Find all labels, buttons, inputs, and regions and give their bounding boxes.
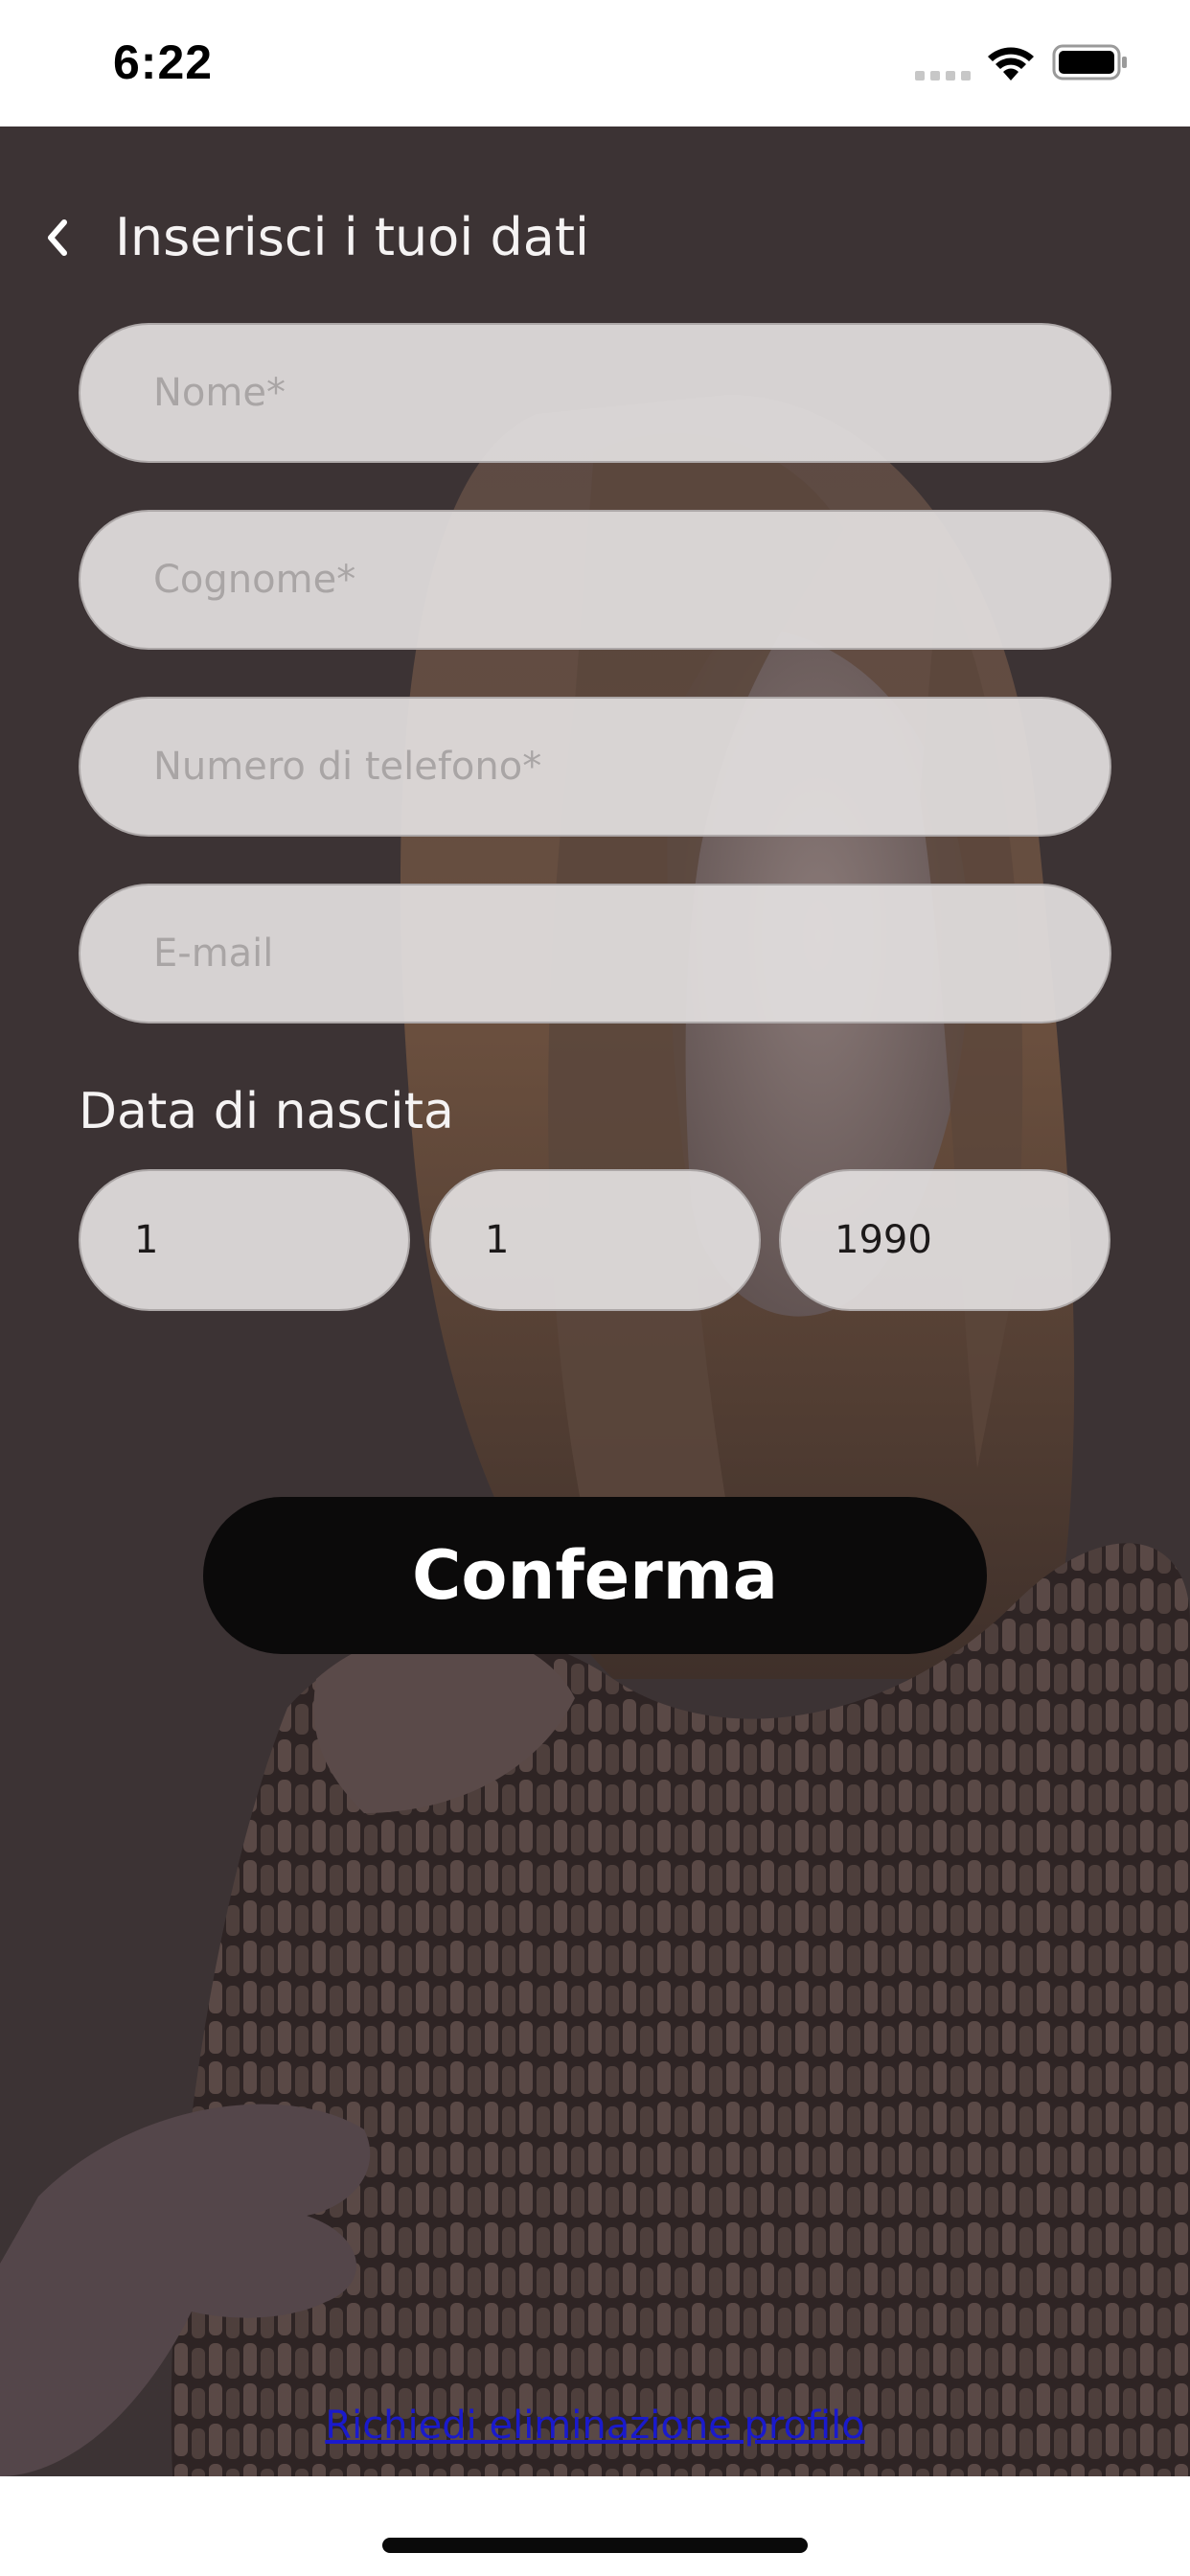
battery-icon: [1052, 44, 1127, 80]
status-bar: 6:22: [0, 0, 1190, 126]
status-time: 6:22: [113, 35, 214, 89]
back-button[interactable]: [29, 203, 86, 272]
confirm-button[interactable]: Conferma: [203, 1497, 987, 1654]
birth-day-input[interactable]: [79, 1169, 410, 1311]
birth-month-input[interactable]: [429, 1169, 761, 1311]
page-title: Inserisci i tuoi dati: [115, 207, 590, 267]
chevron-left-icon: [48, 219, 67, 256]
cellular-signal-icon: [915, 71, 971, 80]
wifi-icon: [988, 47, 1034, 80]
cognome-input[interactable]: [79, 510, 1111, 650]
home-indicator-area: [0, 2476, 1190, 2576]
birth-year-input[interactable]: [779, 1169, 1110, 1311]
email-input[interactable]: [79, 884, 1111, 1024]
nome-input[interactable]: [79, 323, 1111, 463]
birth-date-label: Data di nascita: [79, 1083, 454, 1140]
main-content: Inserisci i tuoi dati Data di nascita Co…: [0, 126, 1190, 2476]
delete-profile-link[interactable]: Richiedi eliminazione profilo: [0, 2404, 1190, 2448]
phone-number-input[interactable]: [79, 697, 1111, 837]
home-indicator[interactable]: [382, 2538, 808, 2553]
